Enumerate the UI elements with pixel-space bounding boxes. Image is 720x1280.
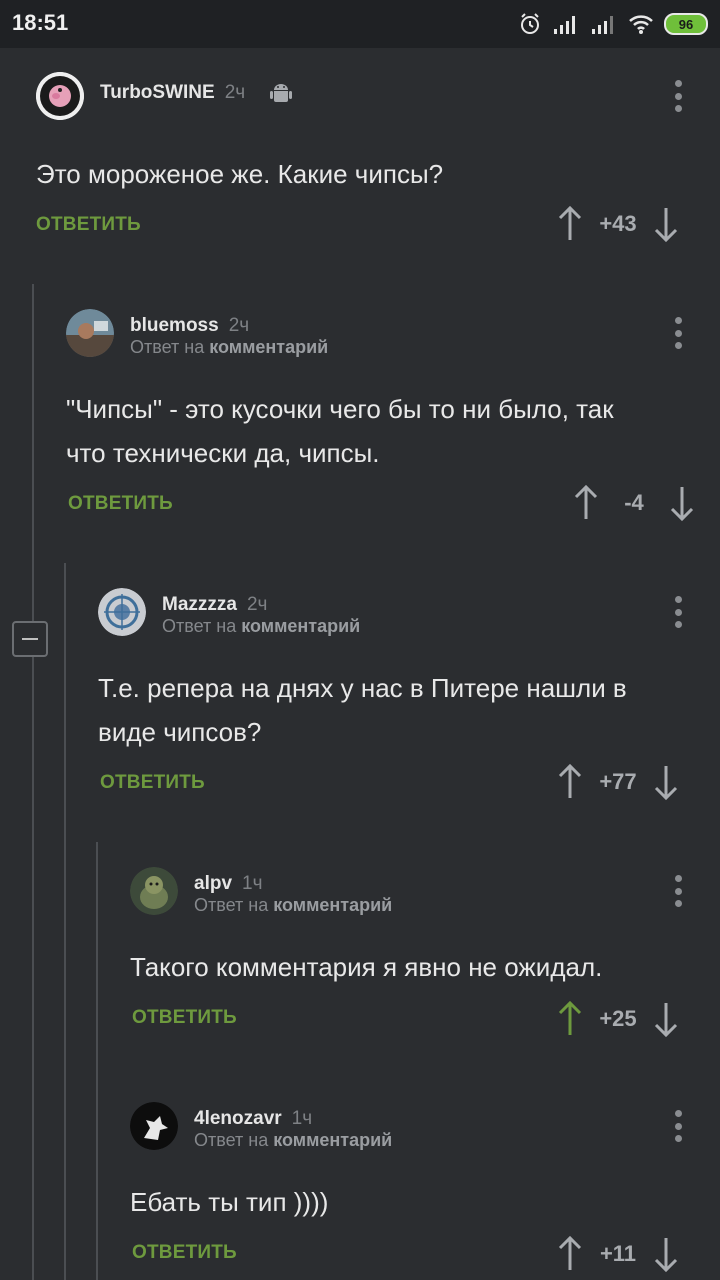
thread-line-2: [64, 563, 66, 1280]
status-bar: 18:51 96: [0, 0, 720, 48]
comment: bluemoss 2ч Ответ на комментарий "Чипсы" …: [66, 309, 708, 529]
status-time: 18:51: [12, 10, 69, 35]
avatar[interactable]: [66, 309, 114, 357]
username[interactable]: TurboSWINE 2ч: [100, 80, 294, 106]
username[interactable]: Mazzzza 2ч: [162, 594, 267, 616]
reply-to-label: Ответ на комментарий: [130, 337, 329, 357]
upvote-icon[interactable]: [556, 999, 584, 1039]
comment-text: Такого комментария я явно не ожидал.: [130, 952, 603, 982]
upvote-icon[interactable]: [572, 483, 600, 523]
comment: TurboSWINE 2ч Это мороженое же. Какие чип…: [36, 72, 708, 252]
avatar-image: [98, 588, 146, 636]
reply-button[interactable]: ОТВЕТИТЬ: [36, 214, 141, 236]
score: +11: [599, 1241, 637, 1266]
score: +43: [599, 211, 637, 236]
comment-text: Ебать ты тип )))): [130, 1187, 329, 1217]
score: -4: [624, 490, 644, 515]
thread-line-1: [32, 284, 34, 1280]
comment-time: 2ч: [224, 82, 246, 104]
reply-button[interactable]: ОТВЕТИТЬ: [68, 493, 173, 515]
downvote-icon[interactable]: [668, 483, 696, 523]
reply-button[interactable]: ОТВЕТИТЬ: [132, 1242, 237, 1264]
downvote-icon[interactable]: [652, 204, 680, 244]
downvote-icon[interactable]: [652, 1234, 680, 1274]
comment-text: "Чипсы" - это кусочки чего бы то ни было…: [66, 394, 614, 468]
upvote-icon[interactable]: [556, 1234, 584, 1274]
comment-text: Это мороженое же. Какие чипсы?: [36, 159, 444, 189]
reply-to-label: Ответ на комментарий: [194, 895, 393, 915]
reply-to-label: Ответ на комментарий: [194, 1130, 393, 1150]
reply-target-link[interactable]: комментарий: [273, 895, 392, 915]
vote-controls: +77: [556, 760, 680, 804]
comment-time: 2ч: [246, 594, 268, 615]
android-icon: [270, 84, 293, 102]
username-text[interactable]: Mazzzza: [162, 594, 237, 615]
comment-time: 2ч: [228, 315, 250, 336]
vote-controls: +25: [556, 997, 680, 1041]
reply-target-link[interactable]: комментарий: [241, 616, 360, 636]
avatar-image: [36, 72, 84, 120]
reply-button[interactable]: ОТВЕТИТЬ: [100, 772, 205, 794]
username[interactable]: 4lenozavr 1ч: [194, 1108, 312, 1130]
avatar[interactable]: [36, 72, 84, 120]
comment: Mazzzza 2ч Ответ на комментарий Т.е. репе…: [98, 588, 708, 808]
wifi-icon: [629, 15, 653, 34]
more-options-icon[interactable]: [674, 80, 682, 112]
reply-to-label: Ответ на комментарий: [162, 616, 361, 636]
upvote-icon[interactable]: [556, 762, 584, 802]
alarm-icon: [521, 13, 539, 34]
username-text[interactable]: alpv: [194, 873, 232, 894]
comment-text: Т.е. репера на днях у нас в Питере нашли…: [98, 673, 627, 747]
avatar-image: [66, 309, 114, 357]
reply-target-link[interactable]: комментарий: [209, 337, 328, 357]
more-options-icon[interactable]: [674, 317, 682, 349]
comment-time: 1ч: [242, 873, 263, 894]
avatar[interactable]: [130, 867, 178, 915]
vote-controls: +11: [556, 1232, 680, 1276]
score: +25: [599, 1006, 637, 1031]
avatar-image: [130, 867, 178, 915]
vote-controls: -4: [572, 481, 696, 525]
collapse-thread-button[interactable]: [12, 621, 48, 657]
upvote-icon[interactable]: [556, 204, 584, 244]
comment: alpv 1ч Ответ на комментарий Такого комме…: [130, 867, 708, 1047]
username[interactable]: bluemoss 2ч: [130, 315, 249, 337]
battery-indicator: 96: [664, 13, 708, 35]
reply-button[interactable]: ОТВЕТИТЬ: [132, 1007, 237, 1029]
thread-line-3: [96, 842, 98, 1280]
downvote-icon[interactable]: [652, 762, 680, 802]
username-text[interactable]: 4lenozavr: [194, 1108, 282, 1129]
more-options-icon[interactable]: [674, 596, 682, 628]
score: +77: [599, 769, 637, 794]
status-icons: 96: [518, 10, 708, 38]
username[interactable]: alpv 1ч: [194, 873, 263, 895]
avatar[interactable]: [98, 588, 146, 636]
username-text[interactable]: bluemoss: [130, 315, 219, 336]
avatar[interactable]: [130, 1102, 178, 1150]
vote-controls: +43: [556, 202, 680, 246]
more-options-icon[interactable]: [674, 1110, 682, 1142]
username-text[interactable]: TurboSWINE: [100, 82, 215, 103]
reply-target-link[interactable]: комментарий: [273, 1130, 392, 1150]
more-options-icon[interactable]: [674, 875, 682, 907]
signal-icon-2: [592, 16, 613, 34]
comment-time: 1ч: [291, 1108, 313, 1129]
signal-icon: [554, 16, 575, 34]
avatar-image: [130, 1102, 178, 1150]
downvote-icon[interactable]: [652, 999, 680, 1039]
comment: 4lenozavr 1ч Ответ на комментарий Ебать т…: [130, 1102, 708, 1280]
